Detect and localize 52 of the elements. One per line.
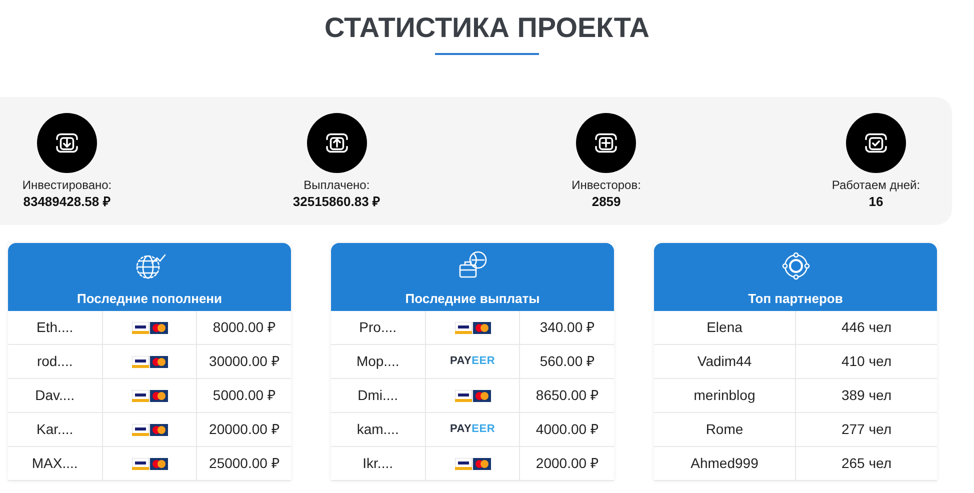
table-cell-text: 5000.00 ₽ — [212, 386, 276, 405]
stat-value: 32515860.83 ₽ — [292, 193, 380, 210]
table-cell: Kar.... — [8, 413, 103, 446]
table-cell-text: 265 чел — [840, 454, 893, 473]
table-cell: Rome — [654, 413, 796, 446]
table-cell: Pro.... — [331, 311, 426, 344]
stat-value: 83489428.58 ₽ — [23, 193, 111, 210]
table-cell-text: 389 чел — [840, 386, 893, 405]
table-cell: kam.... — [331, 413, 426, 446]
stat-label: Инвестировано: — [22, 177, 112, 193]
visa-mastercard-logo-icon — [132, 458, 168, 470]
table-title: Последние пополнени — [76, 290, 222, 308]
table-cell-text: 4000.00 ₽ — [534, 420, 600, 439]
payeer-logo: PAYEER — [450, 422, 496, 438]
table-cell: Ikr.... — [331, 447, 426, 480]
payeer-logo: PAYEER — [450, 354, 496, 370]
table-cell-text: 277 чел — [840, 420, 893, 439]
table-cell-text: 8000.00 ₽ — [212, 318, 276, 337]
stat-label: Инвесторов: — [572, 177, 641, 193]
table-cell-text: 25000.00 ₽ — [208, 454, 280, 473]
table-cell: rod.... — [8, 345, 103, 378]
stat-label: Работаем дней: — [832, 177, 920, 193]
table-cell: Eth.... — [8, 311, 103, 344]
table-cell: Mop.... — [331, 345, 426, 378]
page-title: СТАТИСТИКА ПРОЕКТА — [324, 11, 650, 45]
visa-mastercard-logo-icon — [132, 424, 168, 436]
visa-mastercard-logo-icon — [132, 356, 168, 368]
table-cell-text: 446 чел — [840, 318, 893, 337]
visa-mastercard-logo-icon — [454, 322, 490, 334]
table-cell-text: 2000.00 ₽ — [534, 454, 600, 473]
table-cell-text: 560.00 ₽ — [538, 352, 596, 371]
visa-mastercard-logo-icon — [132, 390, 168, 402]
table-cell-text: 410 чел — [840, 352, 893, 371]
table-cell-text: 340.00 ₽ — [538, 318, 596, 337]
table-cell: Elena — [654, 311, 796, 344]
stat-value: 2859 — [592, 193, 621, 210]
table-title: Последние выплаты — [405, 290, 540, 308]
table-cell: Dmi.... — [331, 379, 426, 412]
table-cell: Ahmed999 — [654, 447, 796, 480]
table-cell-text: 8650.00 ₽ — [534, 386, 600, 405]
visa-mastercard-logo-icon — [454, 458, 490, 470]
table-cell-text: 30000.00 ₽ — [208, 352, 280, 371]
table-title: Топ партнеров — [748, 290, 843, 308]
table-cell: MAX.... — [8, 447, 103, 480]
stat-label: Выплачено: — [304, 177, 370, 193]
stat-value: 16 — [868, 193, 884, 210]
visa-mastercard-logo-icon — [132, 322, 168, 334]
table-cell: Vadim44 — [654, 345, 796, 378]
table-cell: merinblog — [654, 379, 796, 412]
table-cell: Dav.... — [8, 379, 103, 412]
table-cell-text: 20000.00 ₽ — [208, 420, 280, 439]
visa-mastercard-logo-icon — [454, 390, 490, 402]
